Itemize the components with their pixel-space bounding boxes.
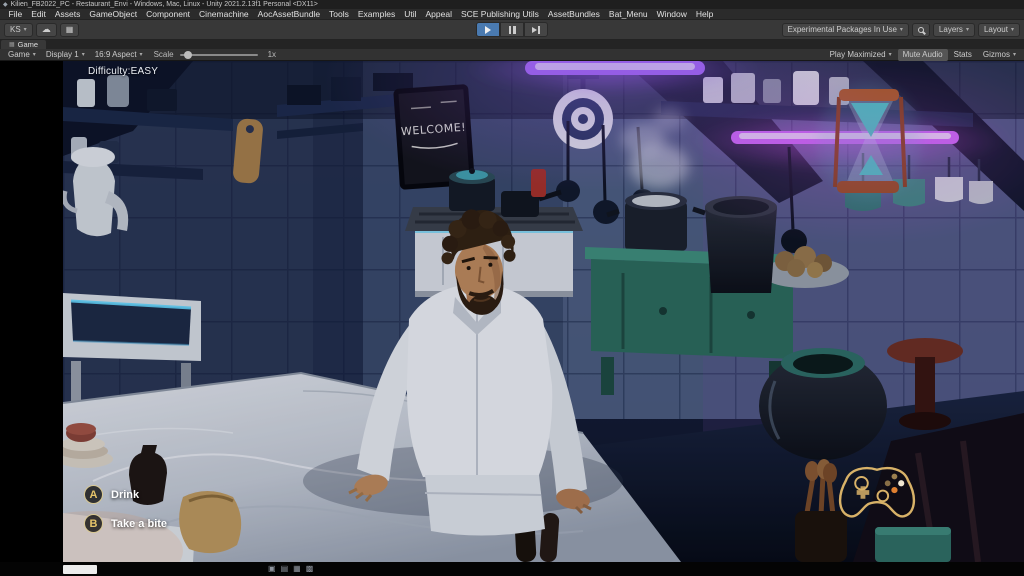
game-mode-dropdown[interactable]: Game ▾ (3, 49, 41, 61)
status-tiles-icon[interactable]: ▦ (293, 565, 301, 573)
display-dropdown[interactable]: Display 1 ▾ (41, 49, 90, 61)
hud-prompts: A Drink B Take a bite (84, 485, 167, 533)
search-button[interactable] (912, 23, 930, 37)
menu-appeal[interactable]: Appeal (421, 9, 456, 19)
main-toolbar: KS ▾ ☁ ▦ Experimental Packages In Use ▾ (0, 20, 1024, 40)
game-view-toolbar: Game ▾ Display 1 ▾ 16:9 Aspect ▾ Scale 1… (0, 49, 1024, 61)
menu-gameobject[interactable]: GameObject (85, 9, 142, 19)
chevron-down-icon: ▾ (889, 51, 892, 58)
stats-label: Stats (954, 50, 972, 59)
gizmos-dropdown[interactable]: Gizmos ▾ (978, 49, 1021, 61)
play-maximized-dropdown[interactable]: Play Maximized ▾ (825, 49, 897, 61)
account-dropdown[interactable]: KS ▾ (4, 23, 33, 37)
gamepad-icon (832, 461, 922, 523)
layers-dropdown[interactable]: Layers ▾ (933, 23, 975, 37)
prompt-drink: A Drink (84, 485, 167, 504)
services-button[interactable]: ▦ (60, 23, 80, 37)
toolbar-right-cluster: Experimental Packages In Use ▾ Layers ▾ … (782, 23, 1020, 37)
chevron-down-icon: ▾ (1013, 51, 1016, 58)
pane-icon: ▦ (9, 42, 15, 48)
step-icon (532, 26, 540, 34)
menu-bat-menu[interactable]: Bat_Menu (604, 9, 652, 19)
menu-sce-publishing-utils[interactable]: SCE Publishing Utils (456, 9, 543, 19)
prompt-drink-label: Drink (111, 489, 139, 501)
cloud-button[interactable]: ☁ (36, 23, 57, 37)
scale-slider-thumb[interactable] (184, 51, 192, 59)
menu-examples[interactable]: Examples (353, 9, 399, 19)
hud-difficulty: Difficulty:EASY (88, 66, 158, 77)
layers-label: Layers (939, 25, 963, 34)
pause-icon (509, 26, 516, 34)
experimental-packages-label: Experimental Packages In Use (788, 25, 897, 34)
menu-file[interactable]: File (4, 9, 27, 19)
status-bar: ▣ ▤ ▦ ▩ (0, 562, 1024, 576)
gizmos-label: Gizmos (983, 50, 1010, 59)
prompt-take-a-bite-label: Take a bite (111, 518, 167, 530)
chevron-down-icon: ▾ (900, 26, 903, 33)
menu-assets[interactable]: Assets (50, 9, 85, 19)
mute-audio-toggle[interactable]: Mute Audio (898, 49, 948, 61)
unity-window: ◆ Kilien_FB2022_PC - Restaurant_Envi - W… (0, 0, 1024, 576)
experimental-packages-dropdown[interactable]: Experimental Packages In Use ▾ (782, 23, 909, 37)
play-button[interactable] (476, 22, 500, 37)
layout-dropdown[interactable]: Layout ▾ (978, 23, 1020, 37)
chevron-down-icon: ▾ (24, 26, 27, 33)
step-button[interactable] (524, 22, 548, 37)
gamepad-b-button-icon: B (84, 514, 103, 533)
chevron-down-icon: ▾ (1011, 26, 1014, 33)
menu-assetbundles[interactable]: AssetBundles (543, 9, 604, 19)
account-label: KS (10, 25, 21, 34)
game-viewport[interactable]: WELCOME! (0, 61, 1024, 562)
aspect-ratio-dropdown[interactable]: 16:9 Aspect ▾ (90, 49, 148, 61)
status-pattern-icon[interactable]: ▩ (306, 565, 314, 573)
status-grid-icon[interactable]: ▣ (268, 565, 276, 573)
menubar: File Edit Assets GameObject Component Ci… (0, 9, 1024, 20)
layout-label: Layout (984, 25, 1008, 34)
game-mode-label: Game (8, 50, 30, 59)
menu-tools[interactable]: Tools (325, 9, 354, 19)
menu-aocassetbundle[interactable]: AocAssetBundle (253, 9, 324, 19)
gamepad-a-button-icon: A (84, 485, 103, 504)
pause-button[interactable] (500, 22, 524, 37)
menu-help[interactable]: Help (691, 9, 717, 19)
mute-audio-label: Mute Audio (903, 50, 943, 59)
chevron-down-icon: ▾ (82, 51, 85, 58)
window-title: Kilien_FB2022_PC - Restaurant_Envi - Win… (11, 1, 318, 8)
titlebar: ◆ Kilien_FB2022_PC - Restaurant_Envi - W… (0, 0, 1024, 9)
prompt-take-a-bite: B Take a bite (84, 514, 167, 533)
chevron-down-icon: ▾ (33, 51, 36, 58)
search-icon (918, 27, 924, 33)
cloud-icon: ☁ (42, 25, 51, 34)
display-label: Display 1 (46, 50, 79, 59)
stats-toggle[interactable]: Stats (949, 49, 977, 61)
scale-slider[interactable] (180, 54, 258, 56)
play-icon (485, 26, 491, 34)
menu-edit[interactable]: Edit (27, 9, 51, 19)
toolbar-left-cluster: KS ▾ ☁ ▦ (4, 23, 79, 37)
gamebar-left: Game ▾ Display 1 ▾ 16:9 Aspect ▾ Scale 1… (3, 49, 278, 61)
menu-cinemachine[interactable]: Cinemachine (195, 9, 254, 19)
status-icons: ▣ ▤ ▦ ▩ (268, 562, 313, 576)
grid-icon: ▦ (66, 26, 74, 34)
status-rows-icon[interactable]: ▤ (281, 565, 289, 573)
menu-window[interactable]: Window (652, 9, 691, 19)
scale-label: Scale (148, 50, 176, 59)
menu-util[interactable]: Util (400, 9, 421, 19)
chevron-down-icon: ▾ (966, 26, 969, 33)
unity-app-icon: ◆ (3, 2, 8, 8)
gamebar-right: Play Maximized ▾ Mute Audio Stats Gizmos… (825, 49, 1021, 61)
menu-component[interactable]: Component (142, 9, 195, 19)
scale-value: 1x (262, 50, 278, 59)
aspect-label: 16:9 Aspect (95, 50, 137, 59)
play-maximized-label: Play Maximized (830, 50, 886, 59)
chevron-down-icon: ▾ (140, 51, 143, 58)
playmode-controls (476, 22, 548, 37)
taskbar-item[interactable] (63, 565, 97, 574)
